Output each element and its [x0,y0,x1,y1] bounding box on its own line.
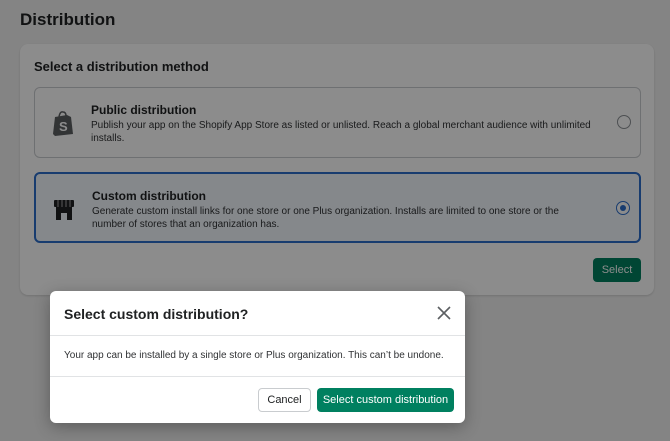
modal-body: Your app can be installed by a single st… [50,336,465,377]
modal-footer: Cancel Select custom distribution [50,377,465,423]
modal-title: Select custom distribution? [64,306,249,322]
confirm-modal: Select custom distribution? Your app can… [50,291,465,423]
close-icon[interactable] [437,306,451,320]
cancel-button[interactable]: Cancel [258,388,311,412]
select-custom-distribution-button[interactable]: Select custom distribution [317,388,454,412]
modal-header: Select custom distribution? [50,291,465,336]
